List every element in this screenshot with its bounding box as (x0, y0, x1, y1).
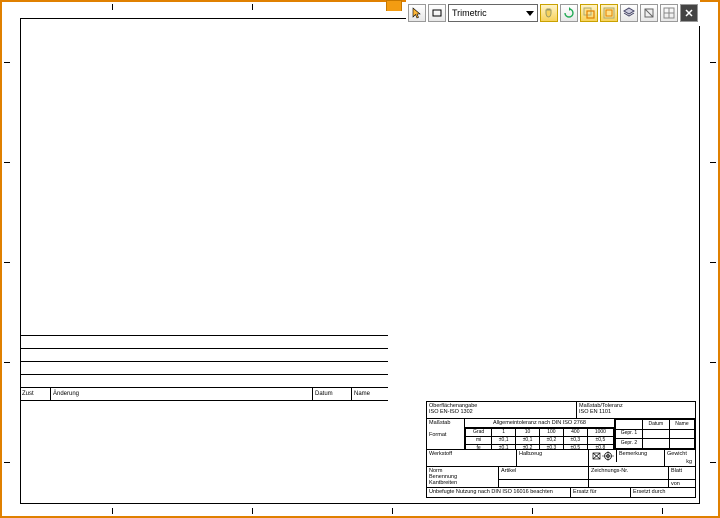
ruler-tick (710, 362, 716, 363)
ruler-tick (4, 262, 10, 263)
tolerance-std: ISO EN 1101 (579, 409, 693, 415)
revision-row (20, 349, 388, 362)
view-orientation-value: Trimetric (452, 8, 487, 18)
ruler-tick (252, 508, 253, 514)
weight-unit: kg (686, 459, 692, 465)
revision-header-aenderung: Änderung (51, 388, 313, 400)
ruler-tick (112, 4, 113, 10)
ruler-tick (4, 462, 10, 463)
remark-label: Bemerkung (617, 450, 665, 466)
ruler-tick (252, 4, 253, 10)
section-button[interactable] (640, 4, 658, 22)
zoom-fit-icon (603, 7, 615, 19)
revision-row (20, 336, 388, 349)
pan-button[interactable] (540, 4, 558, 22)
ruler-tick (112, 508, 113, 514)
revision-header-name: Name (352, 388, 388, 400)
revision-row (20, 362, 388, 375)
view-toolbar: Trimetric (406, 0, 700, 26)
material-label: Werkstoff (427, 450, 517, 466)
projection-symbol-icon (589, 450, 617, 462)
rotate-button[interactable] (560, 4, 578, 22)
view-orientation-select[interactable]: Trimetric (448, 4, 538, 22)
ruler-tick (4, 162, 10, 163)
ruler-tick (4, 62, 10, 63)
revision-header-zust: Zust (20, 388, 51, 400)
grid-icon (663, 7, 675, 19)
semi-finished-label: Halbzeug (517, 450, 589, 466)
surface-std: ISO EN-ISO 1302 (429, 409, 574, 415)
rectangle-button[interactable] (428, 4, 446, 22)
hand-icon (543, 7, 555, 19)
layers-button[interactable] (620, 4, 638, 22)
revision-row (20, 375, 388, 388)
grid-button[interactable] (660, 4, 678, 22)
kant-label: Kantbreiten (429, 480, 496, 486)
format-label: Format (429, 432, 462, 438)
drawing-no-label: Zeichnungs-Nr. (589, 467, 668, 480)
layers-icon (623, 7, 635, 19)
ruler-tick (392, 508, 393, 514)
ruler-tick (710, 162, 716, 163)
replacement-for-label: Ersatz für (571, 488, 631, 497)
close-toolbar-button[interactable] (680, 4, 698, 22)
revision-header: Zust Änderung Datum Name (20, 388, 388, 401)
close-icon (684, 8, 694, 18)
general-tolerance-label: Allgemeintoleranz nach DIN ISO 2768 (465, 419, 614, 428)
ruler-tick (532, 508, 533, 514)
revision-table: Zust Änderung Datum Name (20, 335, 388, 401)
weight-label: Gewicht (667, 451, 687, 457)
app-frame: Zust Änderung Datum Name Oberflächenanga… (0, 0, 720, 518)
chevron-down-icon (526, 11, 534, 16)
sheet-of-label: von (669, 480, 695, 487)
ruler-tick (710, 462, 716, 463)
pointer-button[interactable] (408, 4, 426, 22)
section-icon (643, 7, 655, 19)
rectangle-icon (431, 7, 443, 19)
article-label: Artikel (499, 467, 588, 480)
ruler-tick (710, 262, 716, 263)
ruler-tick (710, 62, 716, 63)
tolerance-grid: Grad 1 10 100 400 1000 mi ±0,1 ±0,1 ±0,2… (465, 428, 614, 449)
zoom-fit-button[interactable] (600, 4, 618, 22)
sheet-label: Blatt (669, 467, 695, 480)
rotate-icon (563, 7, 575, 19)
ruler-tick (4, 362, 10, 363)
replaced-by-label: Ersetzt durch (631, 488, 695, 497)
copyright-note: Unbefugte Nutzung nach DIN ISO 16016 bea… (427, 488, 571, 497)
title-block: Oberflächenangabe ISO EN-ISO 1302 Maßsta… (426, 401, 696, 498)
ruler-tick (662, 508, 663, 514)
zoom-window-icon (583, 7, 595, 19)
pointer-icon (411, 7, 423, 19)
approval-grid: Datum Name Gepr. 1 Gepr. 2 (615, 419, 695, 449)
zoom-window-button[interactable] (580, 4, 598, 22)
toolbar-grip[interactable] (386, 0, 402, 11)
revision-header-datum: Datum (313, 388, 352, 400)
